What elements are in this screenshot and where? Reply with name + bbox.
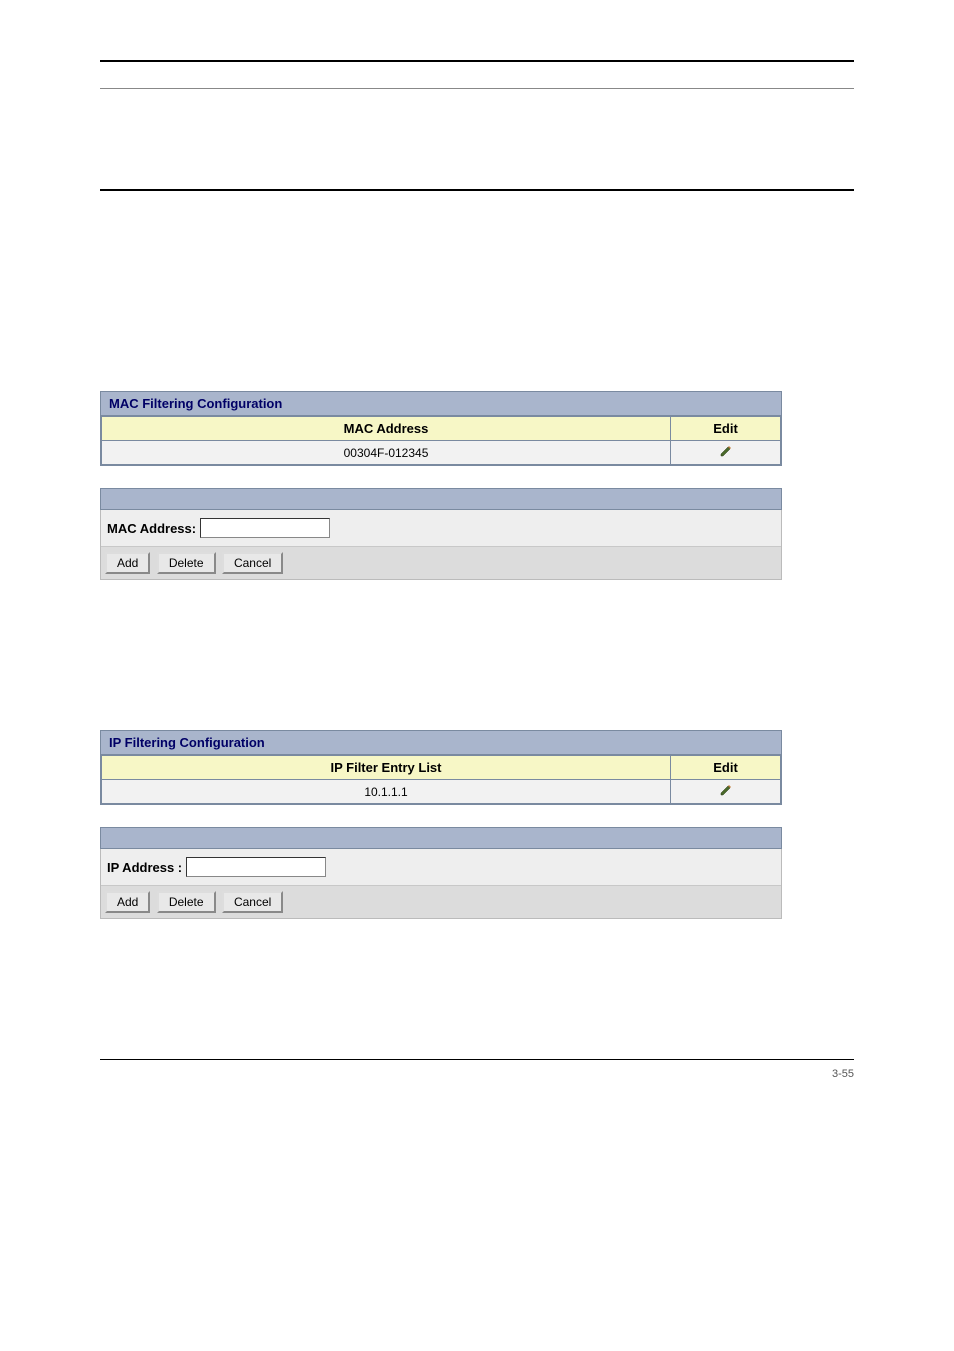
ip-form-header <box>100 827 782 849</box>
mac-address-input[interactable] <box>200 518 330 538</box>
edit-cell[interactable] <box>671 441 781 465</box>
col-edit: Edit <box>671 417 781 441</box>
page-header <box>100 60 854 89</box>
add-button[interactable]: Add <box>105 891 150 913</box>
ip-address-label: IP Address : <box>107 860 182 875</box>
table-row: 10.1.1.1 <box>102 780 781 804</box>
mac-table: MAC Address Edit 00304F-012345 <box>101 416 781 465</box>
mac-form-header <box>100 488 782 510</box>
table-header-row: MAC Address Edit <box>102 417 781 441</box>
footer-right: 3-55 <box>832 1068 854 1080</box>
mac-form: MAC Address: Add Delete Cancel <box>100 488 782 580</box>
delete-button[interactable]: Delete <box>157 552 216 574</box>
pencil-icon <box>719 444 733 461</box>
cancel-button[interactable]: Cancel <box>222 891 283 913</box>
cancel-button[interactable]: Cancel <box>222 552 283 574</box>
mac-value: 00304F-012345 <box>102 441 671 465</box>
edit-cell[interactable] <box>671 780 781 804</box>
add-button[interactable]: Add <box>105 552 150 574</box>
pencil-icon <box>719 783 733 800</box>
col-ip-list: IP Filter Entry List <box>102 756 671 780</box>
ip-table: IP Filter Entry List Edit 10.1.1.1 <box>101 755 781 804</box>
delete-button[interactable]: Delete <box>157 891 216 913</box>
ip-form: IP Address : Add Delete Cancel <box>100 827 782 919</box>
ip-panel-title: IP Filtering Configuration <box>101 731 781 755</box>
divider-footer <box>100 1059 854 1060</box>
table-header-row: IP Filter Entry List Edit <box>102 756 781 780</box>
mac-panel-title: MAC Filtering Configuration <box>101 392 781 416</box>
mac-filtering-panel: MAC Filtering Configuration MAC Address … <box>100 391 782 466</box>
ip-address-input[interactable] <box>186 857 326 877</box>
divider-sub <box>100 88 854 89</box>
col-edit: Edit <box>671 756 781 780</box>
ip-filtering-panel: IP Filtering Configuration IP Filter Ent… <box>100 730 782 805</box>
page-footer: 3-55 <box>100 1068 854 1080</box>
col-mac-address: MAC Address <box>102 417 671 441</box>
table-row: 00304F-012345 <box>102 441 781 465</box>
ip-value: 10.1.1.1 <box>102 780 671 804</box>
mac-address-label: MAC Address: <box>107 521 196 536</box>
